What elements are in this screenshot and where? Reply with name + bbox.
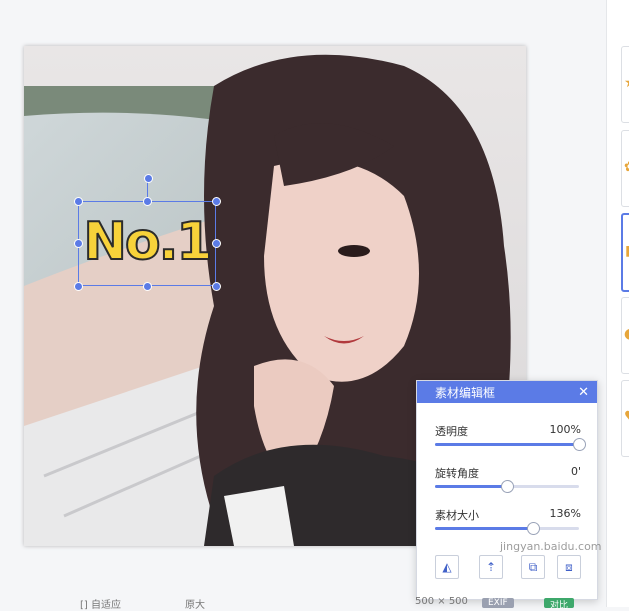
sticker-no1[interactable]: No.1	[82, 202, 213, 282]
size-slider-fill	[435, 527, 533, 530]
resize-handle-bottom-left[interactable]	[74, 282, 83, 291]
sticker-thumb[interactable]: ◐	[621, 297, 629, 374]
sticker-icon: ◐	[624, 326, 629, 342]
sticker-sidebar: ★ ✿ ▮ ◐ ♥	[606, 0, 629, 607]
opacity-value: 100%	[549, 423, 581, 436]
sticker-icon: ✿	[624, 159, 629, 175]
rotation-row: 旋转角度 0'	[435, 465, 581, 481]
image-size-text: 500 × 500	[415, 596, 468, 607]
material-edit-panel: 素材编辑框 ✕ 透明度 100% 旋转角度 0' 素材大小 136% ◭ ⇡ ⧉…	[416, 380, 598, 600]
copy-icon[interactable]: ⧈	[557, 555, 581, 579]
rotation-slider[interactable]	[435, 480, 579, 493]
resize-handle-bottom[interactable]	[143, 282, 152, 291]
bottom-bar: [] 自适应 原大 500 × 500 EXIF 对比	[0, 596, 606, 611]
close-icon[interactable]: ✕	[578, 385, 589, 400]
layer-down-icon[interactable]: ⧉	[521, 555, 545, 579]
opacity-slider-fill	[435, 443, 579, 446]
size-slider-knob[interactable]	[526, 522, 540, 535]
original-size-button[interactable]: 原大	[185, 596, 205, 611]
opacity-label: 透明度	[435, 425, 468, 438]
opacity-row: 透明度 100%	[435, 423, 581, 439]
panel-title: 素材编辑框	[435, 385, 496, 400]
sticker-icon: ♥	[624, 409, 629, 425]
panel-header: 素材编辑框 ✕	[417, 381, 597, 403]
sticker-thumb[interactable]: ✿	[621, 130, 629, 207]
resize-handle-top[interactable]	[143, 197, 152, 206]
fit-button[interactable]: [] 自适应	[80, 596, 121, 611]
sticker-thumb[interactable]: ♥	[621, 380, 629, 457]
resize-handle-right[interactable]	[212, 239, 221, 248]
watermark: jingyan.baidu.com	[500, 540, 602, 553]
rotation-slider-knob[interactable]	[501, 480, 514, 493]
resize-handle-top-left[interactable]	[74, 197, 83, 206]
sticker-thumb[interactable]: ★	[621, 46, 629, 123]
resize-handle-top-right[interactable]	[212, 197, 221, 206]
opacity-slider-knob[interactable]	[573, 438, 586, 451]
flip-horizontal-icon[interactable]: ◭	[435, 555, 459, 579]
rotation-label: 旋转角度	[435, 467, 479, 480]
opacity-slider[interactable]	[435, 438, 586, 451]
sticker-icon: ▮	[625, 243, 629, 259]
sticker-thumb-selected[interactable]: ▮	[621, 213, 629, 292]
resize-handle-bottom-right[interactable]	[212, 282, 221, 291]
resize-handle-left[interactable]	[74, 239, 83, 248]
size-label: 素材大小	[435, 509, 479, 522]
size-row: 素材大小 136%	[435, 507, 581, 523]
rotate-handle[interactable]	[144, 174, 153, 183]
rotation-value: 0'	[570, 465, 581, 478]
layer-up-icon[interactable]: ⇡	[479, 555, 503, 579]
star-icon: ★	[624, 75, 629, 91]
size-slider[interactable]	[435, 522, 579, 535]
rotation-slider-fill	[435, 485, 507, 488]
size-value: 136%	[549, 507, 581, 520]
